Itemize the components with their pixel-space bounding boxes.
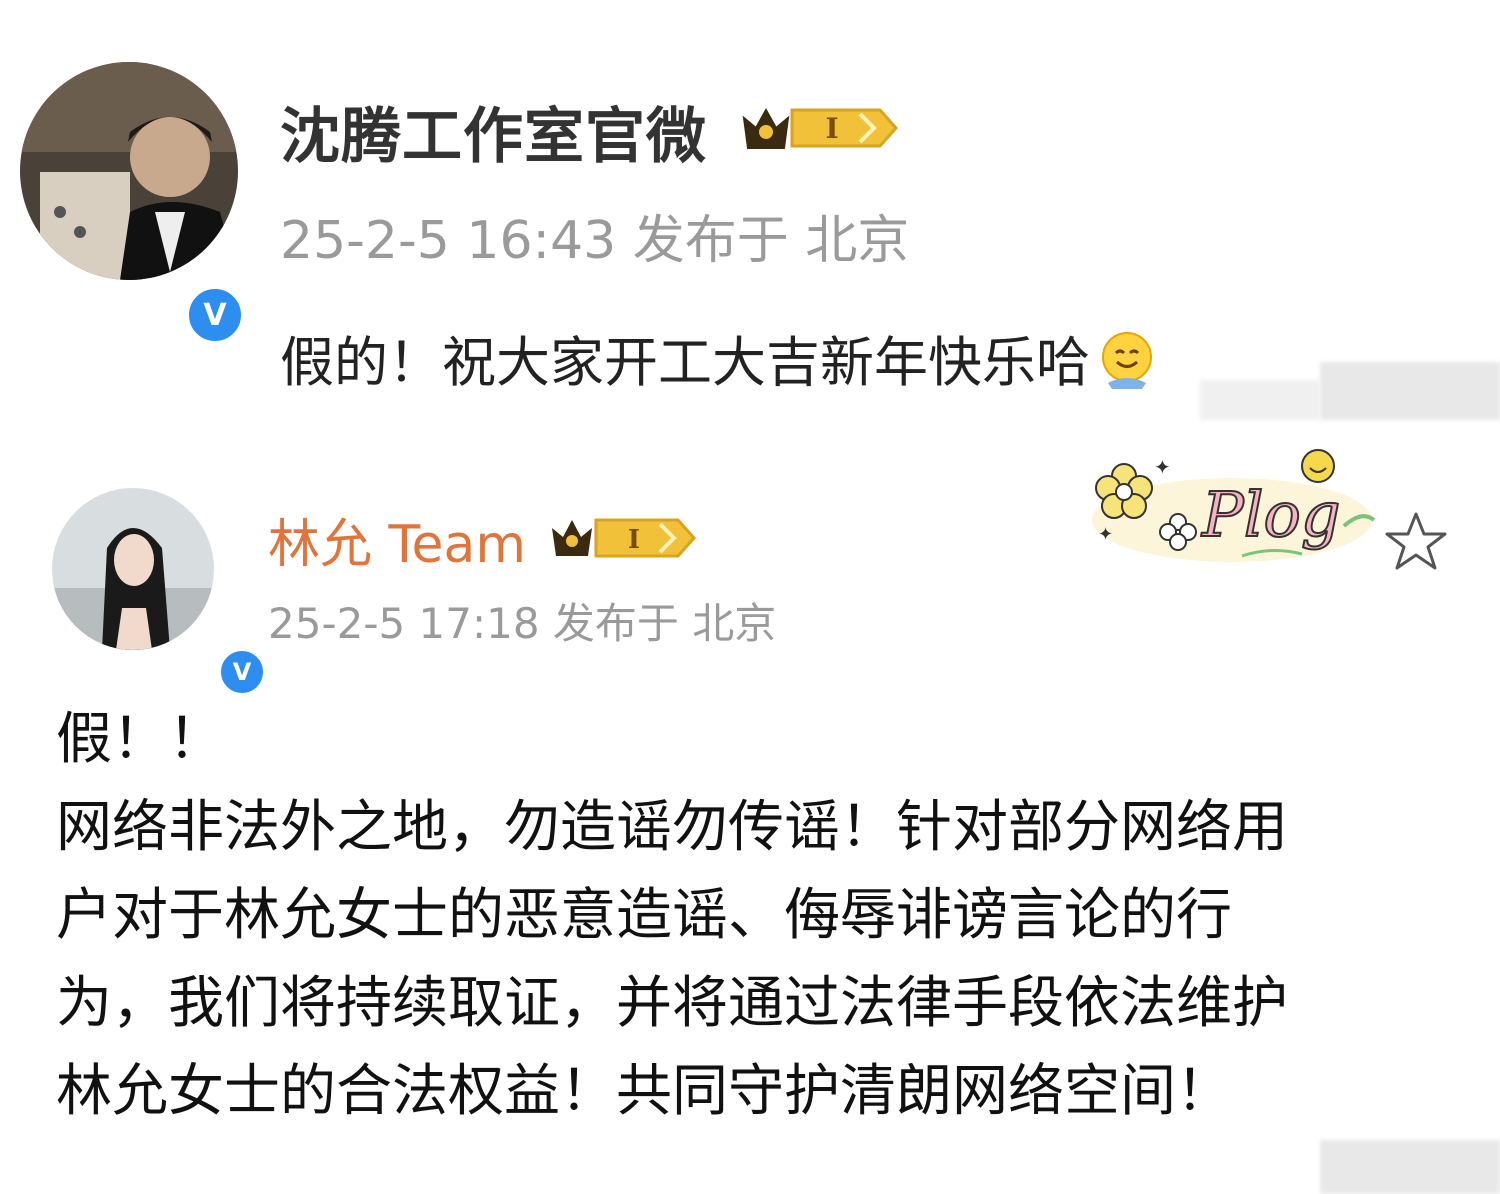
svg-text:✦: ✦ [1154, 455, 1171, 479]
post-linyun-team: V 林允 Team I 25-2-5 17:18 发布于 北京 Plog ✦ ✦… [0, 440, 1500, 1194]
verified-icon: V [184, 284, 246, 346]
favorite-star-icon[interactable] [1384, 510, 1448, 578]
post-body: 假！！ 网络非法外之地，勿造谣勿传谣！针对部分网络用 户对于林允女士的恶意造谣、… [56, 696, 1446, 1136]
author-name[interactable]: 林允 Team [268, 502, 526, 577]
smile-emoji-icon [1096, 329, 1158, 404]
blur-patch [1320, 1140, 1500, 1194]
author-name[interactable]: 沈腾工作室官微 [280, 88, 707, 175]
post-text-line: 假的！祝大家开工大吉新年快乐哈 [280, 318, 1158, 404]
svg-text:✦: ✦ [1098, 524, 1113, 545]
plog-sticker: Plog ✦ ✦ [1082, 440, 1382, 574]
post-meta: 25-2-5 16:43 发布于 北京 [280, 211, 910, 271]
blur-patch [1200, 380, 1320, 420]
blur-patch [1320, 362, 1500, 420]
avatar-photo [20, 62, 238, 280]
post-shenteng: V 沈腾工作室官微 I 25-2-5 16:43 发布于 北京 假的！祝大家开工… [0, 0, 1500, 440]
plog-text: Plog [1201, 478, 1341, 551]
flower-icon [1095, 463, 1153, 519]
avatar-photo [52, 488, 214, 650]
vip-crown-badge[interactable]: I [548, 510, 698, 570]
avatar[interactable]: V [52, 488, 268, 698]
vip-level: I [628, 525, 640, 555]
post-text: 假的！祝大家开工大吉新年快乐哈 [280, 331, 1090, 394]
post-text-line: 林允女士的合法权益！共同守护清朗网络空间！ [56, 1059, 1232, 1124]
verified-icon: V [216, 646, 268, 698]
post-meta: 25-2-5 17:18 发布于 北京 [268, 599, 777, 648]
vip-crown-badge[interactable]: I [740, 96, 900, 164]
vip-level: I [825, 112, 838, 145]
avatar[interactable]: V [20, 62, 246, 346]
post-text-line: 户对于林允女士的恶意造谣、侮辱诽谤言论的行 [56, 883, 1232, 948]
post-text-line: 假！！ [56, 707, 224, 772]
post-text-line: 网络非法外之地，勿造谣勿传谣！针对部分网络用 [56, 795, 1288, 860]
post-text-line: 为，我们将持续取证，并将通过法律手段依法维护 [56, 971, 1288, 1036]
